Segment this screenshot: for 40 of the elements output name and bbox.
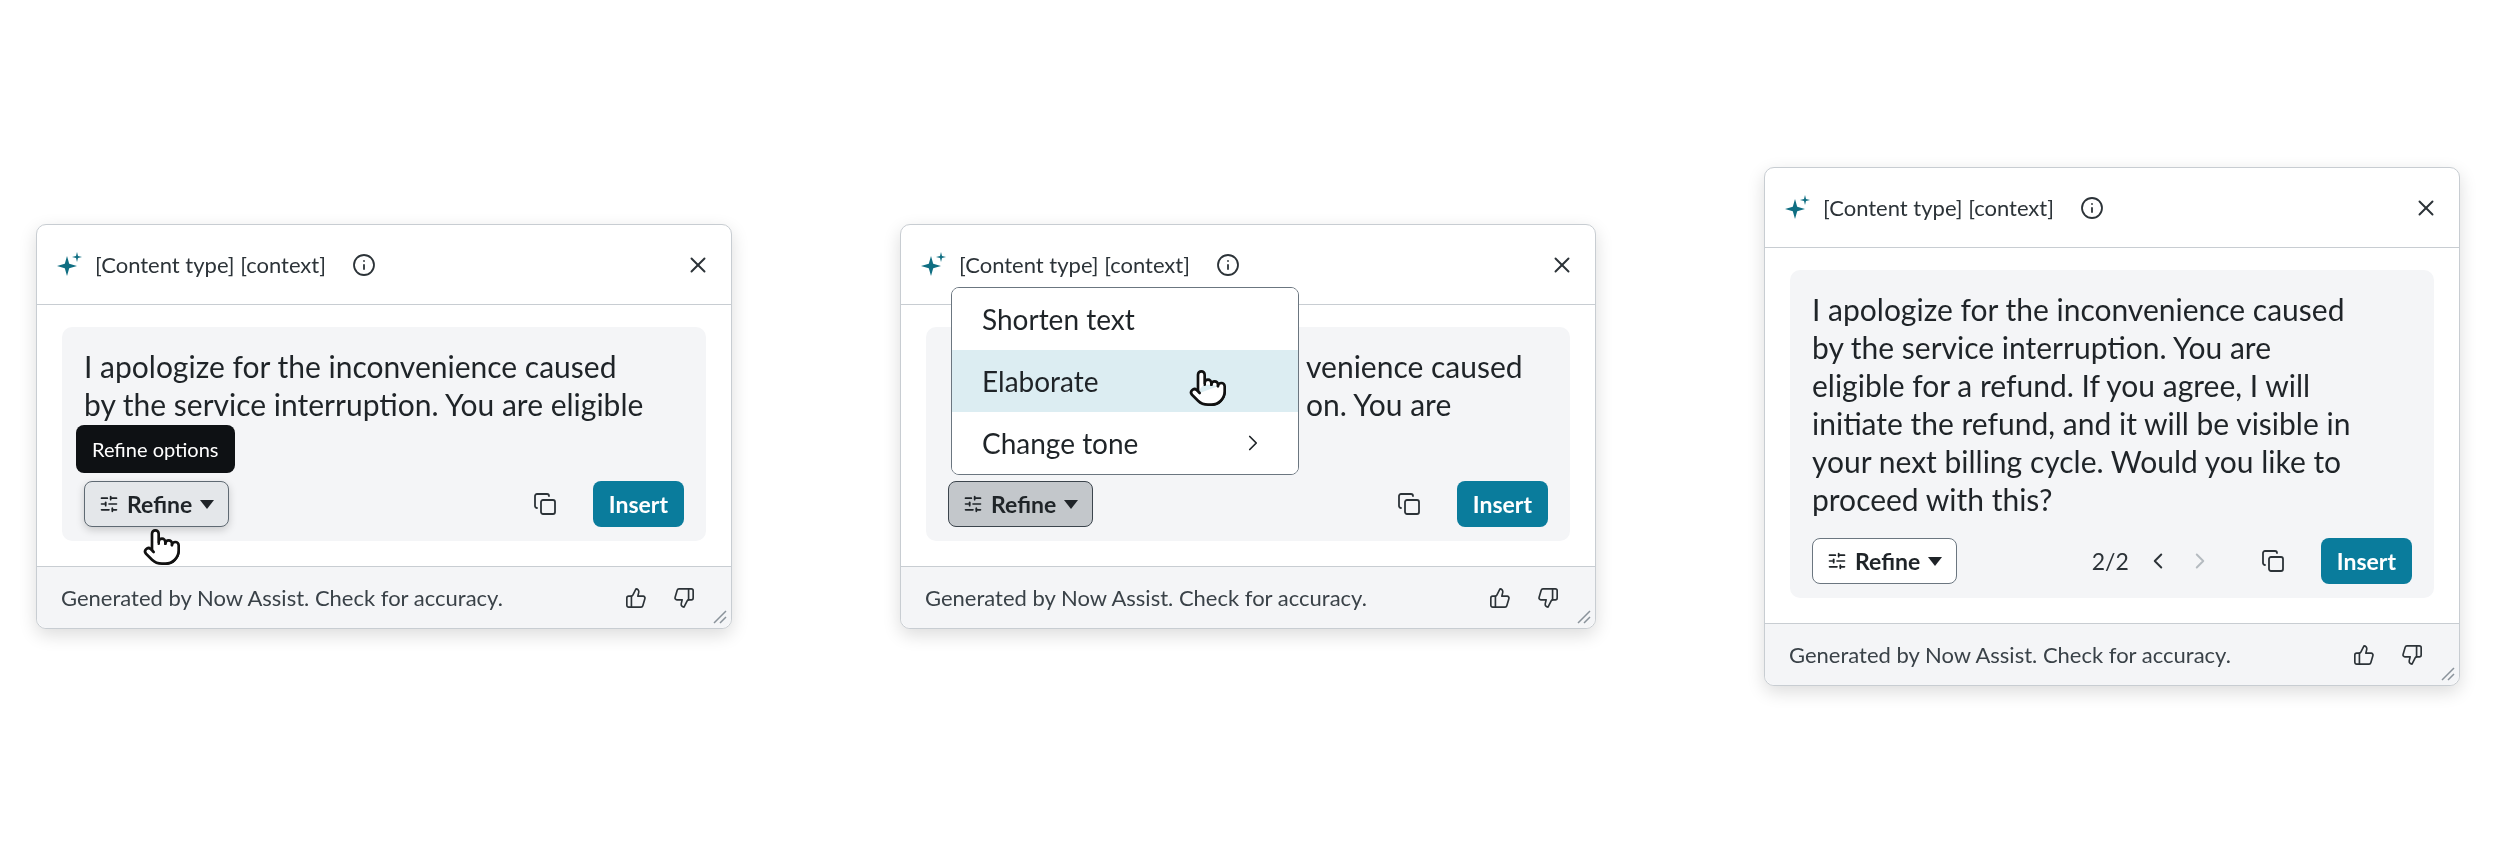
resize-grip-icon[interactable]: [713, 610, 727, 624]
thumbs-up-icon[interactable]: [2353, 643, 2375, 666]
insert-button[interactable]: Insert: [2320, 538, 2412, 584]
resize-grip-icon[interactable]: [2441, 667, 2455, 681]
hand-cursor-icon: [1188, 368, 1228, 408]
thumbs-down-icon[interactable]: [1537, 586, 1559, 609]
card-title: [Content type] [context]: [95, 250, 326, 280]
insert-button[interactable]: Insert: [592, 481, 684, 527]
footer-disclaimer: Generated by Now Assist. Check for accuracy.: [925, 583, 1367, 613]
copy-icon[interactable]: [1396, 492, 1421, 516]
caret-icon: [1928, 556, 1943, 566]
caret-icon: [1064, 499, 1079, 509]
resize-grip-icon[interactable]: [1577, 610, 1591, 624]
tooltip: Refine options: [76, 425, 235, 473]
sliders-icon: [1827, 551, 1847, 571]
page-counter: 2/2: [2091, 545, 2129, 577]
card-title: [Content type] [context]: [1823, 193, 2054, 223]
footer-disclaimer: Generated by Now Assist. Check for accuracy.: [61, 583, 503, 613]
copy-icon[interactable]: [532, 492, 557, 516]
menu-item[interactable]: Elaborate: [952, 350, 1298, 412]
thumbs-down-icon[interactable]: [2401, 643, 2423, 666]
response-text: I apologize for the inconvenience caused by the service interruption. You are eligible: [84, 347, 644, 423]
thumbs-up-icon[interactable]: [1489, 586, 1511, 609]
info-icon[interactable]: [2079, 195, 2104, 220]
caret-icon: [200, 499, 215, 509]
sliders-icon: [963, 494, 983, 514]
sliders-icon: [99, 494, 119, 514]
insert-button[interactable]: Insert: [1456, 481, 1548, 527]
card-title: [Content type] [context]: [959, 250, 1190, 280]
thumbs-up-icon[interactable]: [625, 586, 647, 609]
copy-icon[interactable]: [2260, 549, 2285, 573]
refine-button[interactable]: Refine: [1812, 538, 1958, 584]
response-text: I apologize for the inconvenience caused by the service interruption. You are eligible for a refund. If you agree, I will initiate the refund, and it will be visible in your next billing cycle. Would you like to proceed with this?: [1812, 290, 2352, 518]
refine-button[interactable]: Refine: [84, 481, 230, 527]
thumbs-down-icon[interactable]: [673, 586, 695, 609]
info-icon[interactable]: [1215, 252, 1240, 277]
info-icon[interactable]: [351, 252, 376, 277]
response-text: venience caused on. You are: [1306, 347, 1523, 423]
refine-button[interactable]: Refine: [948, 481, 1094, 527]
footer-disclaimer: Generated by Now Assist. Check for accuracy.: [1789, 640, 2231, 670]
